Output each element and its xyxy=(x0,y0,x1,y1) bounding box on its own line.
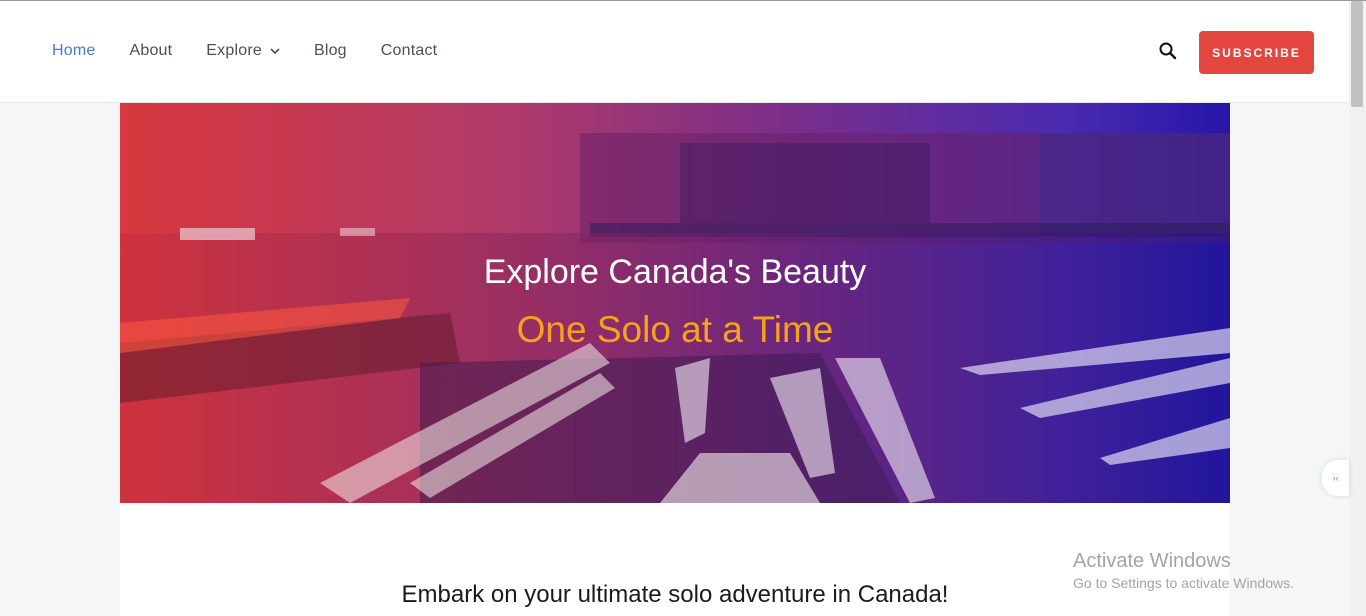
watermark-subtitle: Go to Settings to activate Windows. xyxy=(1073,575,1294,591)
hero-subtitle: One Solo at a Time xyxy=(516,309,834,350)
nav-item-home[interactable]: Home xyxy=(52,42,95,60)
watermark-title: Activate Windows xyxy=(1073,550,1231,572)
hero-title: Explore Canada's Beauty xyxy=(483,253,867,291)
nav-item-label: Home xyxy=(52,42,96,59)
scrollbar-thumb[interactable] xyxy=(1351,1,1363,107)
nav-item-label: Blog xyxy=(313,42,347,59)
side-chat-widget[interactable]: ›‹ xyxy=(1322,460,1349,496)
chevron-down-icon xyxy=(270,48,280,55)
nav-item-label: Explore xyxy=(206,42,262,59)
nav-item-contact[interactable]: Contact xyxy=(381,42,438,60)
activate-windows-watermark: Activate Windows Go to Settings to activ… xyxy=(1073,550,1294,591)
main-nav: Home About Explore Blog Contact xyxy=(52,42,471,60)
nav-item-explore[interactable]: Explore xyxy=(206,42,280,60)
intro-section: Embark on your ultimate solo adventure i… xyxy=(120,503,1230,616)
widget-icon: ›‹ xyxy=(1332,473,1339,483)
subscribe-button[interactable]: SUBSCRIBE xyxy=(1199,31,1314,74)
intro-heading: Embark on your ultimate solo adventure i… xyxy=(401,581,949,608)
hero-banner: Explore Canada's Beauty One Solo at a Ti… xyxy=(120,103,1230,503)
nav-item-label: About xyxy=(129,42,173,59)
hero-background-image xyxy=(120,133,1230,503)
page-scrollbar[interactable] xyxy=(1349,1,1366,616)
nav-item-label: Contact xyxy=(380,42,438,59)
nav-item-blog[interactable]: Blog xyxy=(314,42,347,60)
nav-item-about[interactable]: About xyxy=(129,42,172,60)
search-icon[interactable] xyxy=(1158,41,1178,61)
site-header: Home About Explore Blog Contact SUBSCRIB… xyxy=(0,1,1349,103)
